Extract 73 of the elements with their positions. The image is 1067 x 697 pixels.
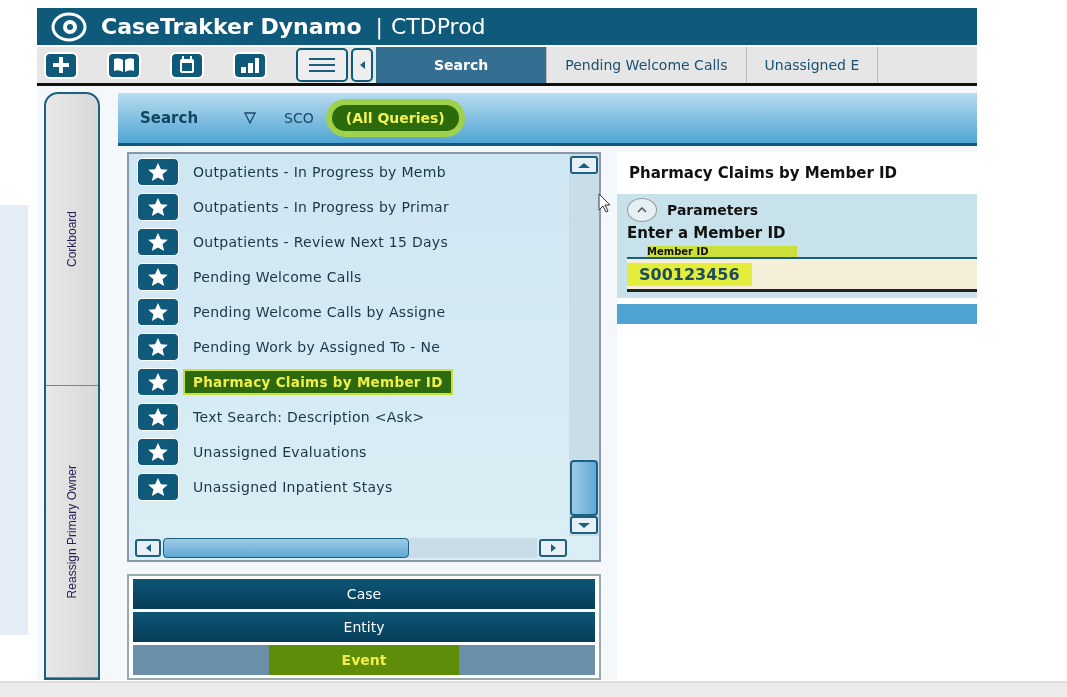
menu-icon bbox=[309, 58, 335, 72]
caret-icon bbox=[637, 207, 647, 213]
star-icon bbox=[147, 477, 169, 497]
member-id-field[interactable]: S00123456 bbox=[627, 257, 977, 292]
query-item[interactable]: Unassigned Inpatient Stays bbox=[183, 474, 403, 500]
query-item[interactable]: Pending Work by Assigned To - Ne bbox=[183, 334, 451, 360]
query-item[interactable]: Outpatients - Review Next 15 Days bbox=[183, 229, 459, 255]
star-icon bbox=[147, 197, 169, 217]
title-separator: | bbox=[375, 14, 383, 39]
star-icon bbox=[147, 162, 169, 182]
scrollbar-thumb[interactable] bbox=[163, 538, 409, 558]
category-button[interactable]: Case bbox=[133, 579, 595, 609]
query-item[interactable]: Outpatients - In Progress by Memb bbox=[183, 159, 456, 185]
calendar-button[interactable] bbox=[170, 51, 204, 79]
filter-icon[interactable] bbox=[244, 112, 257, 124]
star-icon bbox=[147, 442, 169, 462]
star-icon bbox=[147, 232, 169, 252]
left-arrow-icon bbox=[145, 544, 151, 552]
section-title: Parameters bbox=[667, 202, 759, 218]
scroll-left-button[interactable] bbox=[135, 539, 161, 557]
plus-button[interactable] bbox=[44, 51, 78, 79]
tab[interactable]: Search bbox=[376, 47, 548, 83]
query-item[interactable]: Text Search: Description <Ask> bbox=[183, 404, 435, 430]
up-arrow-icon bbox=[578, 162, 590, 168]
query-item[interactable]: Unassigned Evaluations bbox=[183, 439, 377, 465]
star-icon bbox=[147, 267, 169, 287]
app-title: CaseTrakker Dynamo bbox=[101, 14, 362, 39]
favorite-button[interactable] bbox=[137, 193, 179, 221]
vertical-scrollbar[interactable] bbox=[569, 154, 599, 536]
favorite-button[interactable] bbox=[137, 333, 179, 361]
parameter-prompt: Enter a Member ID bbox=[627, 224, 787, 242]
query-item[interactable]: Pending Welcome Calls by Assigne bbox=[183, 299, 456, 325]
side-tab[interactable]: Reassign Primary Owner bbox=[46, 386, 98, 678]
scrollbar-thumb[interactable] bbox=[570, 460, 598, 516]
query-title: Pharmacy Claims by Member ID bbox=[629, 164, 899, 182]
environment-name: CTDProd bbox=[390, 14, 486, 39]
star-icon bbox=[147, 407, 169, 427]
category-button[interactable]: Entity bbox=[133, 612, 595, 642]
chart-button[interactable] bbox=[233, 51, 267, 79]
down-arrow-icon bbox=[578, 522, 590, 528]
query-filter[interactable]: SCO bbox=[276, 106, 322, 130]
bar-chart-icon bbox=[240, 57, 260, 73]
plus-icon bbox=[52, 56, 70, 74]
calendar-icon bbox=[179, 56, 195, 74]
logo-icon bbox=[51, 11, 87, 42]
star-icon bbox=[147, 372, 169, 392]
favorite-button[interactable] bbox=[137, 438, 179, 466]
menu-button[interactable] bbox=[296, 48, 348, 82]
header-title: Search bbox=[140, 109, 199, 127]
query-item[interactable]: Outpatients - In Progress by Primar bbox=[183, 194, 460, 220]
favorite-button[interactable] bbox=[137, 473, 179, 501]
book-button[interactable] bbox=[107, 51, 141, 79]
query-item[interactable]: Pharmacy Claims by Member ID bbox=[183, 369, 453, 395]
favorite-button[interactable] bbox=[137, 158, 179, 186]
star-icon bbox=[147, 302, 169, 322]
favorite-button[interactable] bbox=[137, 228, 179, 256]
scroll-right-button[interactable] bbox=[539, 539, 567, 557]
favorite-button[interactable] bbox=[137, 403, 179, 431]
right-arrow-icon bbox=[550, 544, 556, 552]
scroll-left-button[interactable] bbox=[351, 48, 373, 82]
favorite-button[interactable] bbox=[137, 368, 179, 396]
scroll-down-button[interactable] bbox=[570, 516, 598, 534]
scroll-up-button[interactable] bbox=[570, 156, 598, 174]
book-icon bbox=[113, 57, 135, 73]
favorite-button[interactable] bbox=[137, 263, 179, 291]
field-label: Member ID bbox=[647, 246, 797, 257]
star-icon bbox=[147, 337, 169, 357]
cursor-icon bbox=[598, 193, 612, 213]
side-tab[interactable]: Corkboard bbox=[46, 94, 98, 386]
favorite-button[interactable] bbox=[137, 298, 179, 326]
query-item[interactable]: Pending Welcome Calls bbox=[183, 264, 372, 290]
horizontal-scrollbar[interactable] bbox=[163, 538, 537, 558]
left-arrow-icon bbox=[359, 61, 365, 69]
